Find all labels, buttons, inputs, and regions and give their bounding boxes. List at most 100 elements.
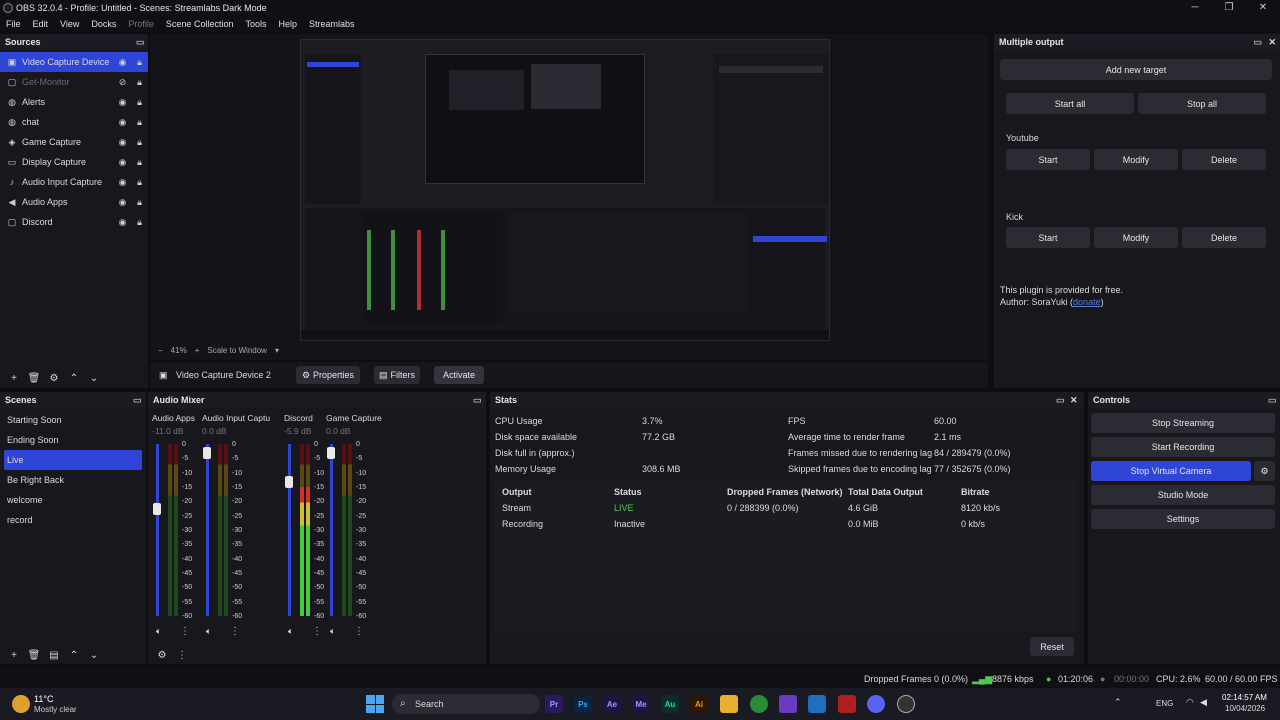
taskbar-app-ai-icon[interactable]: Ai: [690, 695, 708, 713]
minimize-button[interactable]: ─: [1178, 0, 1212, 16]
remove-source-icon[interactable]: 🗑︎: [24, 373, 44, 384]
visibility-eye-icon[interactable]: ◉: [114, 197, 131, 208]
channel-menu-icon[interactable]: ⋮: [312, 626, 322, 637]
lock-icon[interactable]: 🔒︎: [131, 197, 148, 208]
lock-icon[interactable]: 🔒︎: [131, 137, 148, 148]
stop-streaming-button[interactable]: Stop Streaming: [1091, 413, 1275, 433]
menu-scene-collection[interactable]: Scene Collection: [160, 19, 240, 29]
volume-fader-handle[interactable]: [285, 475, 293, 488]
volume-fader-track[interactable]: [156, 444, 159, 616]
scene-item-selected[interactable]: Live: [4, 450, 142, 470]
app-icon[interactable]: [838, 695, 856, 713]
scene-item[interactable]: Be Right Back: [0, 470, 146, 490]
discord-icon[interactable]: [867, 695, 885, 713]
source-properties-gear-icon[interactable]: ⚙: [44, 373, 64, 384]
undock-icon[interactable]: ▭: [1056, 395, 1065, 406]
taskbar-app-me-icon[interactable]: Me: [632, 695, 650, 713]
visibility-hidden-icon[interactable]: ⊘: [114, 77, 131, 88]
source-item-discord[interactable]: ▢ Discord ◉ 🔒︎: [0, 212, 148, 232]
remove-scene-icon[interactable]: 🗑︎: [24, 650, 44, 661]
source-item-alerts[interactable]: ◍ Alerts ◉ 🔒︎: [0, 92, 148, 112]
scene-item[interactable]: record: [0, 510, 146, 530]
menu-tools[interactable]: Tools: [239, 19, 272, 29]
file-explorer-icon[interactable]: [720, 695, 738, 713]
mute-speaker-icon[interactable]: 🔈︎: [156, 626, 161, 637]
volume-icon[interactable]: ◀: [1200, 697, 1207, 708]
undock-icon[interactable]: ▭: [133, 395, 142, 406]
chevron-up-icon[interactable]: ⌃: [1114, 697, 1122, 708]
source-item-game-capture[interactable]: ◈ Game Capture ◉ 🔒︎: [0, 132, 148, 152]
weather-temp[interactable]: 11°C: [34, 694, 53, 704]
visibility-eye-icon[interactable]: ◉: [114, 137, 131, 148]
add-scene-icon[interactable]: +: [4, 650, 24, 661]
settings-button[interactable]: Settings: [1091, 509, 1275, 529]
volume-fader-track[interactable]: [330, 444, 333, 616]
source-item-video-capture-device[interactable]: ▣ Video Capture Device ◉ 🔒︎: [0, 52, 148, 72]
lock-icon[interactable]: 🔒︎: [131, 157, 148, 168]
start-all-button[interactable]: Start all: [1006, 93, 1134, 114]
menu-streamlabs[interactable]: Streamlabs: [303, 19, 361, 29]
zoom-in-icon[interactable]: +: [195, 346, 200, 355]
visibility-eye-icon[interactable]: ◉: [114, 217, 131, 228]
weather-desc[interactable]: Mostly clear: [34, 705, 77, 714]
lock-icon[interactable]: 🔒︎: [131, 117, 148, 128]
channel-menu-icon[interactable]: ⋮: [354, 626, 364, 637]
clock-time[interactable]: 02:14:57 AM: [1222, 693, 1267, 702]
scale-mode-select[interactable]: Scale to Window: [207, 346, 267, 355]
mute-speaker-icon[interactable]: 🔈︎: [330, 626, 335, 637]
volume-fader-handle[interactable]: [153, 503, 161, 516]
more-options-icon[interactable]: ⋮: [172, 650, 192, 661]
undock-icon[interactable]: ▭: [473, 395, 482, 406]
menu-profile[interactable]: Profile: [122, 19, 160, 29]
move-down-icon[interactable]: ⌄: [84, 373, 104, 384]
zoom-out-icon[interactable]: −: [158, 346, 163, 355]
menu-edit[interactable]: Edit: [27, 19, 55, 29]
close-icon[interactable]: ✕: [1268, 37, 1276, 48]
youtube-start-button[interactable]: Start: [1006, 149, 1090, 170]
preview-canvas[interactable]: [300, 39, 830, 341]
mute-speaker-icon[interactable]: 🔈︎: [288, 626, 293, 637]
taskbar-app-ae-icon[interactable]: Ae: [603, 695, 621, 713]
volume-fader-track[interactable]: [288, 444, 291, 616]
advanced-audio-gear-icon[interactable]: ⚙: [152, 650, 172, 661]
menu-view[interactable]: View: [54, 19, 85, 29]
move-up-icon[interactable]: ⌃: [64, 650, 84, 661]
scene-item[interactable]: Starting Soon: [0, 410, 146, 430]
lock-icon[interactable]: 🔒︎: [131, 77, 148, 88]
start-recording-button[interactable]: Start Recording: [1091, 437, 1275, 457]
virtual-camera-settings-gear-icon[interactable]: ⚙: [1254, 461, 1275, 481]
lock-icon[interactable]: 🔒︎: [131, 217, 148, 228]
source-item-display-capture[interactable]: ▭ Display Capture ◉ 🔒︎: [0, 152, 148, 172]
donate-link[interactable]: donate: [1073, 297, 1101, 307]
chrome-icon[interactable]: [750, 695, 768, 713]
stop-all-button[interactable]: Stop all: [1138, 93, 1266, 114]
kick-delete-button[interactable]: Delete: [1182, 227, 1266, 248]
weather-icon[interactable]: [12, 695, 30, 713]
source-item-chat[interactable]: ◍ chat ◉ 🔒︎: [0, 112, 148, 132]
undock-icon[interactable]: ▭: [1268, 395, 1277, 406]
channel-menu-icon[interactable]: ⋮: [230, 626, 240, 637]
source-item-audio-apps[interactable]: ◀ Audio Apps ◉ 🔒︎: [0, 192, 148, 212]
menu-docks[interactable]: Docks: [85, 19, 122, 29]
menu-file[interactable]: File: [0, 19, 27, 29]
youtube-modify-button[interactable]: Modify: [1094, 149, 1178, 170]
volume-fader-track[interactable]: [206, 444, 209, 616]
obs-taskbar-icon[interactable]: [897, 695, 915, 713]
channel-menu-icon[interactable]: ⋮: [180, 626, 190, 637]
close-window-button[interactable]: ✕: [1246, 0, 1280, 16]
chevron-down-icon[interactable]: ▾: [275, 346, 279, 355]
visibility-eye-icon[interactable]: ◉: [114, 97, 131, 108]
activate-button[interactable]: Activate: [434, 366, 484, 384]
taskbar-search-box[interactable]: ⌕ Search: [392, 694, 540, 714]
source-item-get-monitor[interactable]: ▢ Get-Monitor ⊘ 🔒︎: [0, 72, 148, 92]
visibility-eye-icon[interactable]: ◉: [114, 177, 131, 188]
menu-help[interactable]: Help: [272, 19, 303, 29]
stop-virtual-camera-button[interactable]: Stop Virtual Camera: [1091, 461, 1251, 481]
lock-icon[interactable]: 🔒︎: [131, 57, 148, 68]
taskbar-app-ps-icon[interactable]: Ps: [574, 695, 592, 713]
studio-mode-button[interactable]: Studio Mode: [1091, 485, 1275, 505]
taskbar-app-au-icon[interactable]: Au: [661, 695, 679, 713]
properties-button[interactable]: ⚙ Properties: [296, 366, 360, 384]
lock-icon[interactable]: 🔒︎: [131, 177, 148, 188]
reset-button[interactable]: Reset: [1030, 637, 1074, 656]
